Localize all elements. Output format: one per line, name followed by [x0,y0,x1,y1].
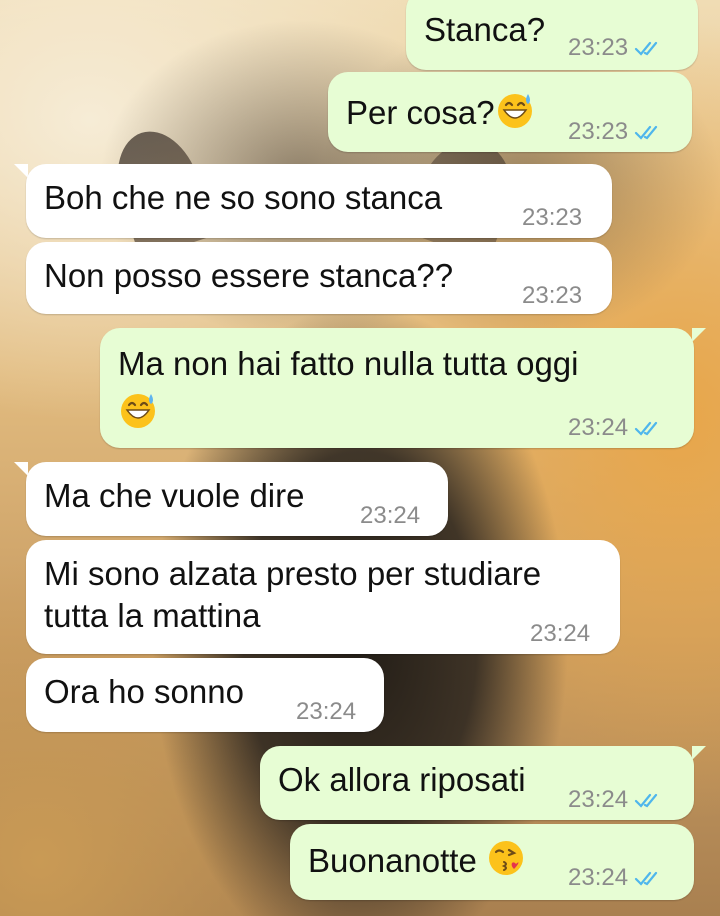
bubble-tail [14,462,28,476]
message-bubble-outgoing[interactable]: Ma non hai fatto nulla tutta oggi 23:24 [100,328,694,448]
message-meta: 23:24 [360,496,420,536]
read-ticks-icon [634,421,658,436]
bubble-tail [692,328,706,342]
message-time: 23:24 [568,414,629,441]
bubble-tail [14,164,28,178]
message-meta: 23:23 [568,28,664,68]
message-meta: 23:24 [568,408,664,448]
message-text: Ok allora riposati [278,761,526,798]
message-bubble-outgoing[interactable]: Buonanotte 23:24 [290,824,694,900]
message-time: 23:23 [568,118,629,145]
message-bubble-incoming[interactable]: Ma che vuole dire 23:24 [26,462,448,536]
kissing-heart-emoji [489,841,523,875]
message-text: Stanca? [424,11,546,48]
read-ticks-icon [634,793,658,808]
grinning-sweat-emoji [121,394,155,428]
message-bubble-outgoing[interactable]: Stanca? 23:23 [406,0,698,70]
message-time: 23:24 [296,698,357,725]
message-time: 23:23 [568,34,629,61]
read-ticks-icon [634,41,658,56]
read-ticks-icon [634,125,658,140]
message-time: 23:24 [568,864,629,891]
message-time: 23:23 [522,204,583,231]
grinning-sweat-emoji [497,94,532,128]
message-meta: 23:24 [530,614,590,654]
message-text-content: Per cosa? [346,94,495,131]
message-bubble-incoming[interactable]: Non posso essere stanca?? 23:23 [26,242,612,314]
message-text: Ma non hai fatto nulla tutta oggi [118,345,579,382]
message-text: Per cosa? [346,90,535,133]
read-ticks-icon [634,871,658,886]
message-bubble-incoming[interactable]: Mi sono alzata presto per studiare tutta… [26,540,620,654]
message-time: 23:24 [530,620,591,647]
message-meta: 23:23 [522,276,582,316]
message-bubble-outgoing[interactable]: Per cosa? 23:23 [328,72,692,152]
message-meta: 23:23 [522,198,582,238]
message-meta: 23:24 [568,780,664,820]
bubble-tail [692,746,706,760]
message-bubble-incoming[interactable]: Boh che ne so sono stanca 23:23 [26,164,612,238]
message-text-line: tutta la mattina [44,597,261,634]
message-text: Ora ho sonno [44,673,244,710]
message-time: 23:24 [568,786,629,813]
message-time: 23:24 [360,502,421,529]
message-text: Ma che vuole dire [44,477,305,514]
message-bubble-outgoing[interactable]: Ok allora riposati 23:24 [260,746,694,820]
message-text: Boh che ne so sono stanca [44,179,443,216]
message-text: Non posso essere stanca?? [44,257,454,294]
message-text-content: Buonanotte [308,842,477,879]
message-meta: 23:24 [296,692,356,732]
message-text: Buonanotte [308,838,526,881]
message-meta: 23:23 [568,112,664,152]
message-time: 23:23 [522,282,583,309]
message-bubble-incoming[interactable]: Ora ho sonno 23:24 [26,658,384,732]
message-meta: 23:24 [568,858,664,898]
message-text-line: Mi sono alzata presto per studiare [44,555,542,592]
